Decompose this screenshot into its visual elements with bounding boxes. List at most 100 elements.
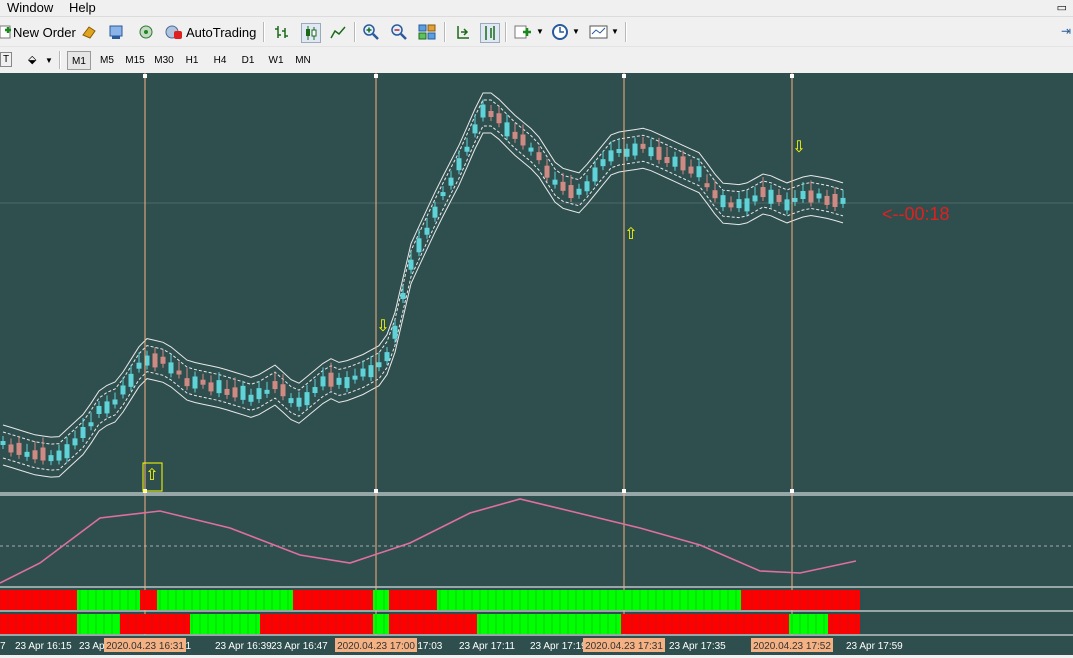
timeframe-h4[interactable]: H4 xyxy=(208,51,232,70)
signal-histogram-row-1 xyxy=(741,590,860,610)
candle-body xyxy=(584,181,590,192)
navigator-icon[interactable] xyxy=(107,23,125,41)
candle-body xyxy=(752,195,758,202)
zoom-out-icon[interactable] xyxy=(390,23,408,41)
menu-window[interactable]: Window xyxy=(7,0,53,15)
candle-body xyxy=(8,444,14,453)
candle-body xyxy=(296,397,302,407)
text-tool-button[interactable]: T xyxy=(0,52,12,67)
timeframe-w1[interactable]: W1 xyxy=(264,51,288,70)
timeframe-h1[interactable]: H1 xyxy=(180,51,204,70)
candle-body xyxy=(800,191,806,199)
autotrading-button[interactable]: AutoTrading xyxy=(164,21,256,43)
draw-tools-icon[interactable]: ⬙ xyxy=(28,53,36,66)
candle-body xyxy=(280,384,286,397)
candle-body xyxy=(240,385,246,400)
candle-body xyxy=(272,381,278,390)
candle-body xyxy=(792,197,798,202)
candle-body xyxy=(744,198,750,212)
candle-body xyxy=(824,195,830,205)
auto-scroll-icon[interactable] xyxy=(453,23,471,41)
tile-windows-icon[interactable] xyxy=(418,23,436,41)
periods-dropdown-icon[interactable]: ▼ xyxy=(572,27,580,36)
indicators-dropdown-icon[interactable]: ▼ xyxy=(536,27,544,36)
periods-clock-icon[interactable] xyxy=(551,23,569,41)
candle-body xyxy=(152,353,158,368)
candle-body xyxy=(816,193,822,199)
timeframe-m5[interactable]: M5 xyxy=(95,51,119,70)
candle-body xyxy=(408,259,414,270)
time-axis-label: 23 Apr 17:19 xyxy=(530,641,587,652)
bar-chart-icon[interactable] xyxy=(273,23,291,41)
line-chart-icon[interactable] xyxy=(329,23,347,41)
candle-body xyxy=(520,134,526,146)
zoom-in-icon[interactable] xyxy=(362,23,380,41)
chart-shift-icon[interactable] xyxy=(480,23,500,43)
candle-body xyxy=(120,385,126,395)
event-line-handle[interactable] xyxy=(790,489,794,493)
event-time-label: 2020.04.23 17:31 xyxy=(585,641,663,652)
help-arrow-icon[interactable]: ⇥ xyxy=(1061,24,1071,38)
menu-help[interactable]: Help xyxy=(69,0,96,15)
candle-body xyxy=(488,111,494,117)
candle-body xyxy=(504,122,510,137)
timeframe-m1[interactable]: M1 xyxy=(67,51,91,70)
menu-bar: Window Help ▭ xyxy=(0,0,1073,16)
candle-body xyxy=(288,398,294,404)
candle-body xyxy=(176,370,182,375)
candle-body xyxy=(448,177,454,186)
sell-arrow-icon: ⇩ xyxy=(376,318,389,335)
candle-body xyxy=(416,238,422,253)
timeframe-mn[interactable]: MN xyxy=(290,51,316,70)
candle-body xyxy=(424,227,430,235)
candle-body xyxy=(496,113,502,124)
signal-histogram-row-1 xyxy=(437,590,741,610)
indicators-icon[interactable] xyxy=(514,23,532,41)
candle-body xyxy=(112,399,118,405)
event-line-handle[interactable] xyxy=(622,489,626,493)
candlestick-icon[interactable] xyxy=(301,23,321,43)
timeframe-m15[interactable]: M15 xyxy=(122,51,148,70)
signal-histogram-row-2 xyxy=(828,614,860,634)
market-watch-icon[interactable] xyxy=(80,23,98,41)
chart-area[interactable]: ⇧⇩⇧⇩ 723 Apr 16:1523 Apr 16:3123 Apr 16:… xyxy=(0,73,1073,655)
draw-tools-dropdown-icon[interactable]: ▼ xyxy=(45,56,53,65)
event-line-handle[interactable] xyxy=(143,74,147,78)
event-line-handle[interactable] xyxy=(374,74,378,78)
candle-body xyxy=(728,202,734,208)
candle-body xyxy=(776,194,782,202)
templates-icon[interactable] xyxy=(589,23,609,41)
candle-body xyxy=(768,189,774,204)
candle-body xyxy=(664,157,670,164)
signals-icon[interactable] xyxy=(137,23,155,41)
candle-body xyxy=(24,451,30,457)
window-restore-icon[interactable]: ▭ xyxy=(1057,1,1067,14)
new-order-button[interactable]: New Order xyxy=(0,21,76,43)
event-time-label: 2020.04.23 17:00 xyxy=(337,641,415,652)
candle-body xyxy=(656,146,662,160)
buy-arrow-icon: ⇧ xyxy=(145,467,158,484)
event-time-label: 2020.04.23 16:31 xyxy=(106,641,184,652)
event-line-handle[interactable] xyxy=(374,489,378,493)
chart-svg[interactable]: ⇧⇩⇧⇩ 723 Apr 16:1523 Apr 16:3123 Apr 16:… xyxy=(0,73,1073,655)
signal-histogram-row-2 xyxy=(621,614,789,634)
candle-body xyxy=(688,166,694,174)
candle-body xyxy=(264,389,270,394)
candle-body xyxy=(336,377,342,385)
candle-body xyxy=(360,368,366,377)
candle-body xyxy=(696,166,702,178)
candle-body xyxy=(648,147,654,157)
signal-histogram-row-2 xyxy=(190,614,260,634)
time-axis-label: 23 Apr 16:47 xyxy=(271,641,328,652)
candle-body xyxy=(312,387,318,394)
event-line-handle[interactable] xyxy=(790,74,794,78)
candle-body xyxy=(608,150,614,162)
candle-body xyxy=(552,179,558,185)
timeframe-m30[interactable]: M30 xyxy=(151,51,177,70)
candle-body xyxy=(576,188,582,195)
timeframe-d1[interactable]: D1 xyxy=(236,51,260,70)
event-line-handle[interactable] xyxy=(622,74,626,78)
candle-body xyxy=(96,406,102,414)
templates-dropdown-icon[interactable]: ▼ xyxy=(611,27,619,36)
candle-body xyxy=(368,365,374,378)
